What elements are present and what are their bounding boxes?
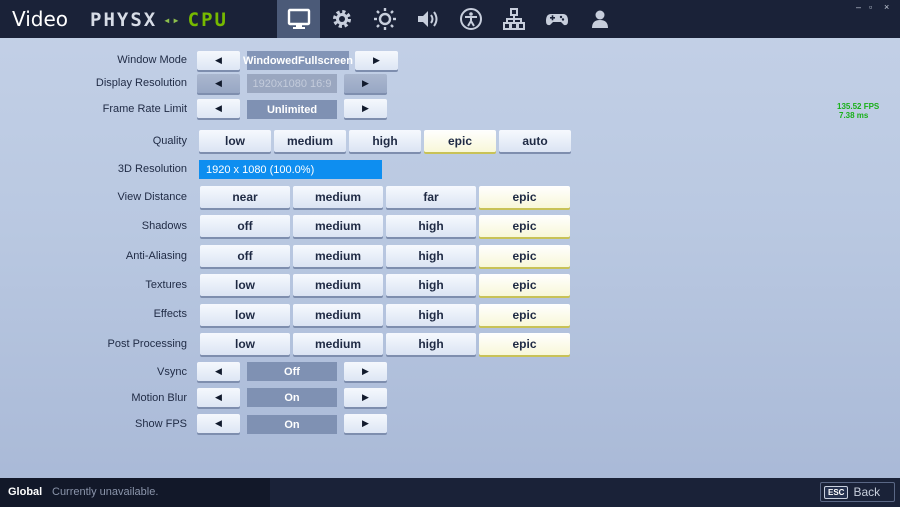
gamepad-icon — [545, 14, 568, 26]
textures-label: Textures — [145, 279, 187, 291]
frame-time-value: 7.38 ms — [839, 111, 869, 120]
quality-option-low[interactable]: low — [199, 130, 271, 152]
quality-label: Quality — [152, 135, 187, 147]
motion-blur-prev-button[interactable]: ◀ — [197, 388, 240, 407]
fps-counter: 135.52 FPS 7.38 ms — [837, 102, 879, 120]
post-processing-option-epic[interactable]: epic — [479, 333, 570, 355]
post-processing-option-medium[interactable]: medium — [293, 333, 383, 355]
anti-aliasing-option-high[interactable]: high — [386, 245, 476, 267]
effects-option-epic[interactable]: epic — [479, 304, 570, 326]
minimize-icon[interactable]: – — [856, 2, 861, 12]
brand-cpu-text: CPU — [187, 9, 228, 31]
show-fps-value: On — [247, 415, 337, 434]
window-mode-value: WindowedFullscreen — [243, 51, 353, 70]
tab-account[interactable] — [578, 0, 621, 38]
textures-option-high[interactable]: high — [386, 274, 476, 296]
effects-label: Effects — [153, 308, 187, 320]
status-panel: Global Currently unavailable. — [0, 478, 270, 507]
tab-brightness[interactable] — [363, 0, 406, 38]
bottom-bar: Global Currently unavailable. ESC Back — [0, 478, 900, 507]
tab-controller[interactable] — [535, 0, 578, 38]
brand-separator-icon: ◂▸ — [163, 13, 182, 27]
anti-aliasing-option-medium[interactable]: medium — [293, 245, 383, 267]
status-text: Currently unavailable. — [52, 486, 159, 498]
frame-rate-limit-value: Unlimited — [247, 100, 337, 119]
motion-blur-next-button[interactable]: ▶ — [344, 388, 387, 407]
page-title: Video — [12, 7, 69, 31]
esc-key-icon: ESC — [824, 485, 849, 499]
gear-icon — [332, 10, 351, 28]
tab-game-settings[interactable] — [320, 0, 363, 38]
view-distance-label: View Distance — [117, 191, 188, 203]
display-resolution-label: Display Resolution — [95, 77, 187, 89]
motion-blur-label: Motion Blur — [131, 392, 187, 404]
anti-aliasing-option-epic[interactable]: epic — [479, 245, 570, 267]
scope-label: Global — [8, 486, 43, 498]
post-processing-option-high[interactable]: high — [386, 333, 476, 355]
anti-aliasing-label: Anti-Aliasing — [125, 250, 187, 262]
back-label: Back — [853, 485, 881, 499]
view-distance-option-medium[interactable]: medium — [293, 186, 383, 208]
accessibility-icon — [459, 8, 482, 30]
back-button[interactable]: ESC Back — [820, 482, 895, 502]
textures-option-epic[interactable]: epic — [479, 274, 570, 296]
volume-icon — [417, 11, 437, 27]
textures-option-medium[interactable]: medium — [293, 274, 383, 296]
vsync-label: Vsync — [157, 366, 187, 378]
quality-option-epic[interactable]: epic — [424, 130, 496, 152]
top-bar: Video PHYSX ◂▸ CPU – ▫ × — [0, 0, 900, 38]
quality-option-medium[interactable]: medium — [274, 130, 346, 152]
network-icon — [502, 8, 525, 30]
3d-resolution-label: 3D Resolution — [117, 163, 187, 175]
shadows-option-high[interactable]: high — [386, 215, 476, 237]
anti-aliasing-option-off[interactable]: off — [200, 245, 290, 267]
post-processing-label: Post Processing — [107, 338, 187, 350]
account-icon — [591, 10, 608, 28]
tab-accessibility[interactable] — [449, 0, 492, 38]
physx-cpu-brand: PHYSX ◂▸ CPU — [90, 9, 228, 31]
tab-video[interactable] — [277, 0, 320, 38]
brightness-icon — [373, 8, 396, 30]
effects-option-high[interactable]: high — [386, 304, 476, 326]
restore-icon[interactable]: ▫ — [869, 2, 872, 12]
display-resolution-value: 1920x1080 16:9 — [247, 74, 337, 93]
shadows-option-off[interactable]: off — [200, 215, 290, 237]
shadows-option-epic[interactable]: epic — [479, 215, 570, 237]
brand-physx-text: PHYSX — [90, 9, 158, 31]
window-mode-prev-button[interactable]: ◀ — [197, 51, 240, 70]
show-fps-prev-button[interactable]: ◀ — [197, 414, 240, 433]
display-icon — [287, 8, 310, 29]
view-distance-option-epic[interactable]: epic — [479, 186, 570, 208]
effects-option-medium[interactable]: medium — [293, 304, 383, 326]
quality-option-high[interactable]: high — [349, 130, 421, 152]
show-fps-next-button[interactable]: ▶ — [344, 414, 387, 433]
view-distance-option-near[interactable]: near — [200, 186, 290, 208]
window-mode-label: Window Mode — [117, 54, 187, 66]
vsync-next-button[interactable]: ▶ — [344, 362, 387, 381]
tab-network[interactable] — [492, 0, 535, 38]
frame-rate-limit-prev-button[interactable]: ◀ — [197, 99, 240, 118]
shadows-option-medium[interactable]: medium — [293, 215, 383, 237]
post-processing-option-low[interactable]: low — [200, 333, 290, 355]
textures-option-low[interactable]: low — [200, 274, 290, 296]
effects-option-low[interactable]: low — [200, 304, 290, 326]
show-fps-label: Show FPS — [135, 418, 187, 430]
display-resolution-next-button[interactable]: ▶ — [344, 74, 387, 93]
frame-rate-limit-next-button[interactable]: ▶ — [344, 99, 387, 118]
tab-audio[interactable] — [406, 0, 449, 38]
close-icon[interactable]: × — [884, 2, 889, 12]
display-resolution-prev-button[interactable]: ◀ — [197, 74, 240, 93]
frame-rate-limit-label: Frame Rate Limit — [102, 103, 187, 115]
view-distance-option-far[interactable]: far — [386, 186, 476, 208]
window-mode-next-button[interactable]: ▶ — [355, 51, 398, 70]
shadows-label: Shadows — [141, 220, 187, 232]
motion-blur-value: On — [247, 388, 337, 407]
vsync-value: Off — [247, 362, 337, 381]
fps-value: 135.52 FPS — [837, 102, 880, 111]
quality-option-auto[interactable]: auto — [499, 130, 571, 152]
vsync-prev-button[interactable]: ◀ — [197, 362, 240, 381]
3d-resolution-slider[interactable]: 1920 x 1080 (100.0%) — [199, 160, 382, 179]
